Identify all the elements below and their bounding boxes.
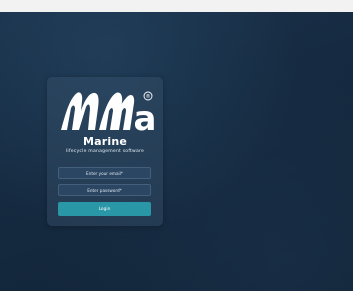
brand-tagline: lifecycle management software — [65, 149, 145, 154]
email-field[interactable] — [58, 167, 151, 179]
registered-mark: ® — [146, 93, 151, 100]
login-card: a ® Marine lifecycle management software… — [47, 77, 163, 226]
login-button[interactable]: Login — [58, 202, 151, 216]
mama-logo: a ® — [61, 91, 155, 135]
password-field[interactable] — [58, 184, 151, 196]
brand-name: Marine — [82, 135, 128, 148]
logo-letter-a: a — [134, 99, 155, 135]
